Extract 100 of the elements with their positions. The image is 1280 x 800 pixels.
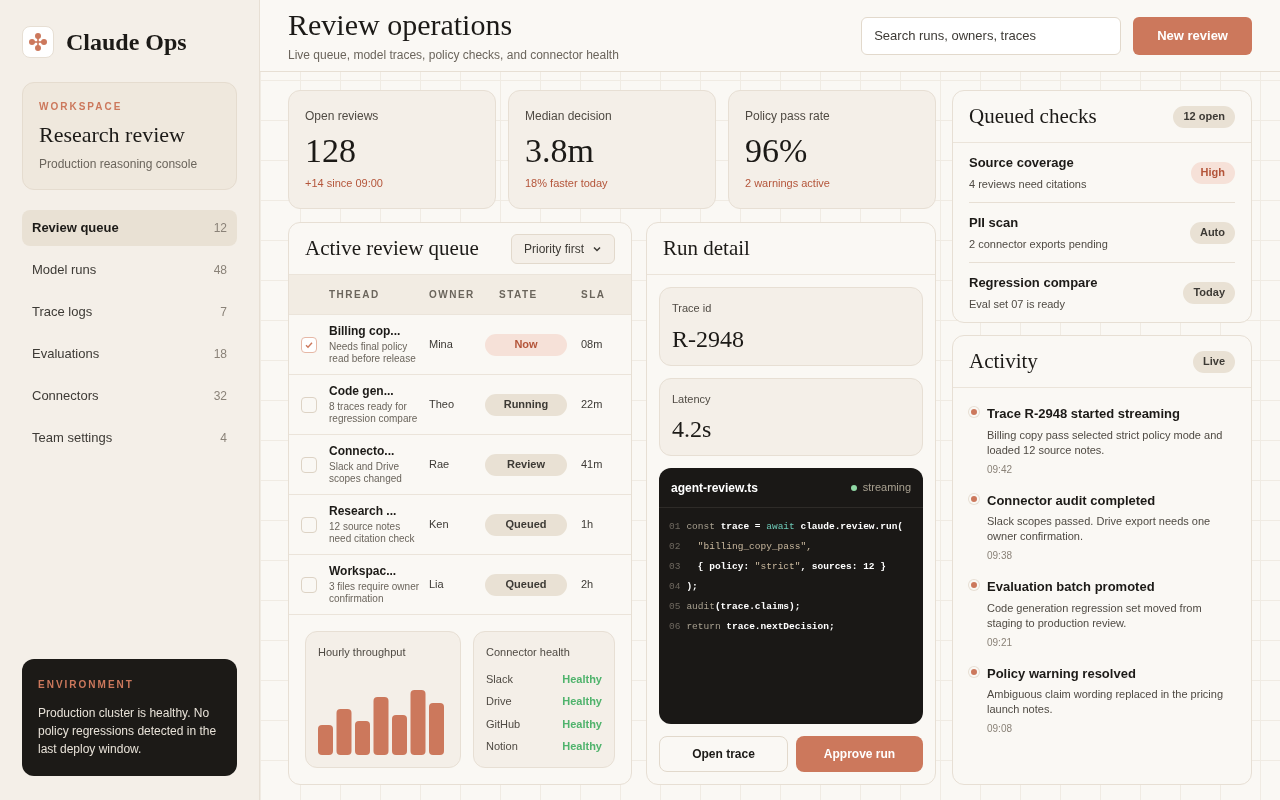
nav-item[interactable]: Trace logs 7 <box>22 294 237 330</box>
thread-description: 12 source notes need citation check <box>329 521 416 545</box>
code-line: { policy: "strict", sources: 12 } <box>696 560 886 574</box>
code-line: ); <box>686 580 698 594</box>
owner-cell-text: Lia <box>429 577 445 593</box>
search-field[interactable]: Search runs, owners, traces <box>861 16 1122 55</box>
state-pill: Queued <box>485 513 567 536</box>
check-badge: High <box>1190 161 1235 184</box>
nav-item[interactable]: Evaluations 18 <box>22 336 237 372</box>
state-pill: Review <box>485 453 567 476</box>
event-description: Code generation regression set moved from staging to production review. <box>987 600 1203 631</box>
event-time: 09:38 <box>987 549 1014 563</box>
check-badge: Auto <box>1189 221 1235 244</box>
code-line: const trace = await claude.review.run( <box>686 520 904 534</box>
sla-cell-text: 1h <box>581 517 595 533</box>
column-header: OWNER <box>429 288 476 302</box>
live-badge: Live <box>1193 350 1235 373</box>
state-pill: Now <box>485 333 567 356</box>
row-checkbox[interactable] <box>301 576 317 593</box>
check-icon <box>304 339 314 350</box>
row-checkbox[interactable] <box>301 336 317 353</box>
stat-note: +14 since 09:00 <box>305 176 384 191</box>
stat-note: 18% faster today <box>525 176 609 191</box>
owner-cell-text: Rae <box>429 457 451 473</box>
page-title: Review operations <box>288 7 514 42</box>
stat-value: 96% <box>745 131 809 171</box>
environment-eyebrow: ENVIRONMENT <box>38 678 135 692</box>
connector-name: Slack <box>486 671 513 687</box>
row-checkbox[interactable] <box>301 456 317 473</box>
workspace-name: Research review <box>39 121 186 149</box>
open-button[interactable]: Open trace <box>659 735 788 772</box>
check-title: Source coverage <box>969 154 1075 172</box>
state-pill: Running <box>485 393 567 416</box>
sla-cell-text: 41m <box>581 457 604 473</box>
thread-description: Needs final policy read before release <box>329 341 417 365</box>
stat-label: Open reviews <box>305 108 380 125</box>
column-header: THREAD <box>329 288 381 302</box>
event-title: Connector audit completed <box>987 491 1157 510</box>
stat-label: Policy pass rate <box>745 108 831 125</box>
connector-status: Healthy <box>562 671 602 687</box>
connector-status: Healthy <box>562 739 602 754</box>
sla-cell-text: 22m <box>581 397 604 413</box>
panel-title: Active review queue <box>305 234 479 262</box>
line-number: 05 <box>669 600 681 614</box>
column-header: SLA <box>581 288 607 302</box>
check-description: Eval set 07 is ready <box>969 296 1066 312</box>
sla-cell-text: 08m <box>581 337 604 353</box>
page-subtitle: Live queue, model traces, policy checks, and connector health <box>288 46 619 64</box>
brand-name: Claude Ops <box>66 28 187 57</box>
nav-item[interactable]: Connectors 32 <box>22 378 237 414</box>
environment-message: Production cluster is healthy. No policy regressions detected in the last deploy window. <box>38 705 218 758</box>
nav-item[interactable]: Model runs 48 <box>22 252 237 288</box>
panel-title: Activity <box>969 347 1038 375</box>
event-description: Ambiguous claim wording replaced in the pricing launch notes. <box>987 687 1224 717</box>
row-checkbox[interactable] <box>301 396 317 413</box>
nav-item[interactable]: Team settings 4 <box>22 420 237 456</box>
line-number: 06 <box>669 620 681 634</box>
check-title: PII scan <box>969 214 1020 232</box>
card-title: Connector health <box>486 645 571 660</box>
event-description: Slack scopes passed. Drive export needs one owner confirmation. <box>987 514 1212 544</box>
code-line: "billing_copy_pass", <box>696 540 812 554</box>
line-number: 03 <box>669 560 681 574</box>
code-line: return trace.nextDecision; <box>686 620 835 634</box>
nav-item[interactable]: Review queue 12 <box>22 210 237 246</box>
event-time: 09:08 <box>987 722 1014 736</box>
metric-label: Latency <box>672 391 712 407</box>
owner-cell-text: Ken <box>429 517 450 533</box>
check-badge: Today <box>1183 281 1235 304</box>
owner-cell-text: Mina <box>429 337 454 353</box>
line-number: 02 <box>669 540 681 554</box>
event-time: 09:42 <box>987 462 1014 477</box>
event-title: Evaluation batch promoted <box>987 578 1156 596</box>
thread-title: Research ... <box>329 504 398 519</box>
row-checkbox[interactable] <box>301 516 317 533</box>
metric-label: Trace id <box>672 301 713 316</box>
thread-title: Connecto... <box>329 444 396 459</box>
metric-value: 4.2s <box>672 415 713 443</box>
sla-cell-text: 2h <box>581 577 595 593</box>
check-description: 2 connector exports pending <box>969 236 1108 252</box>
stat-note: 2 warnings active <box>745 176 831 191</box>
check-description: 4 reviews need citations <box>969 176 1087 192</box>
thread-title: Billing cop... <box>329 324 402 339</box>
thread-description: 8 traces ready for regression compare <box>329 401 419 425</box>
thread-description: Slack and Drive scopes changed <box>329 461 403 485</box>
event-description: Billing copy pass selected strict policy mode and loaded 12 source notes. <box>987 427 1224 458</box>
code-status: streaming <box>862 480 911 496</box>
connector-name: GitHub <box>486 716 521 732</box>
metric-value: R-2948 <box>672 324 745 353</box>
panel-title: Run detail <box>663 234 750 262</box>
workspace-eyebrow: WORKSPACE <box>39 100 124 114</box>
event-title: Trace R-2948 started streaming <box>987 405 1181 423</box>
workspace-description: Production reasoning console <box>39 156 199 173</box>
thread-title: Code gen... <box>329 384 395 399</box>
card-title: Hourly throughput <box>318 645 407 660</box>
code-line: audit(trace.claims); <box>686 600 801 614</box>
count-badge: 12 open <box>1173 105 1235 128</box>
line-number: 04 <box>669 580 681 594</box>
sort-select[interactable]: Priority first <box>511 233 615 264</box>
event-title: Policy warning resolved <box>987 664 1137 683</box>
connector-name: Notion <box>486 739 518 754</box>
